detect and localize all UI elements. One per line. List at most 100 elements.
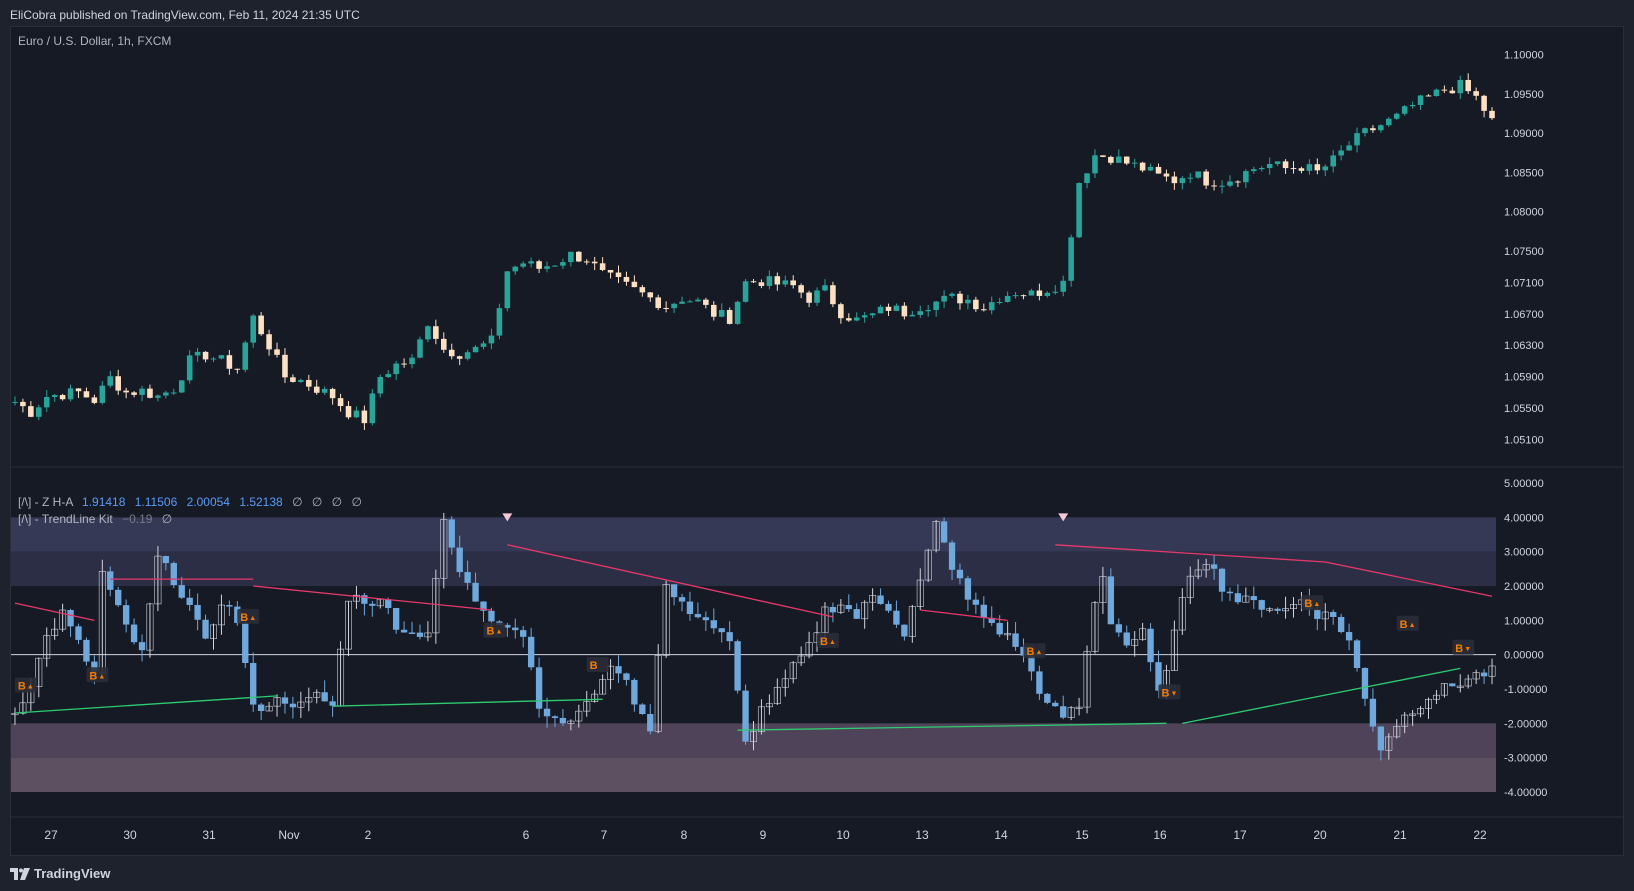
price-candle	[155, 394, 161, 402]
oscillator-bar	[1282, 596, 1290, 619]
candle-body	[1076, 183, 1082, 238]
oscillator-body	[615, 666, 622, 674]
candle-body	[1123, 156, 1130, 164]
oscillator-bar	[400, 621, 408, 633]
candle-body	[1409, 105, 1416, 107]
price-candle	[441, 332, 447, 353]
price-candle	[107, 371, 114, 388]
oscillator-body	[1480, 672, 1488, 677]
price-candle	[1004, 291, 1011, 303]
oscillator-bar	[1060, 695, 1067, 720]
support-trendline	[1182, 667, 1461, 724]
oscillator-body	[456, 547, 463, 573]
oscillator-body	[1353, 640, 1361, 668]
candle-body	[107, 376, 114, 386]
candle-body	[869, 313, 876, 316]
candle-body	[1147, 166, 1154, 171]
price-candle	[536, 259, 542, 273]
oscillator-body	[1060, 706, 1067, 718]
candle-body	[1338, 150, 1344, 156]
oscillator-bar	[1440, 683, 1448, 698]
price-candle	[1092, 149, 1098, 178]
symbol-title[interactable]: Euro / U.S. Dollar, 1h, FXCM	[18, 34, 171, 48]
oscillator-bar	[265, 702, 273, 712]
price-candle	[973, 296, 979, 312]
zha-na-1: ∅	[292, 495, 303, 509]
price-candle	[1036, 283, 1043, 301]
oscillator-bar	[996, 615, 1003, 638]
chart-svg[interactable]: 1.10000 1.09500 1.09000 1.08500 1.08000 1.075…	[11, 27, 1625, 857]
oscillator-body	[1330, 611, 1337, 617]
oscillator-bar	[1075, 697, 1083, 716]
price-candle	[949, 292, 955, 299]
oscillator-bar	[130, 618, 138, 645]
price-candle	[933, 300, 939, 317]
candle-body	[1108, 156, 1114, 163]
price-candle	[1235, 180, 1241, 187]
tradingview-brand[interactable]: TradingView	[10, 866, 110, 881]
oscillator-body	[202, 619, 209, 639]
oscillator-bar	[416, 624, 424, 640]
price-candle	[377, 374, 384, 398]
oscillator-bar	[424, 621, 432, 642]
breakout-label: B ▲	[86, 667, 109, 683]
breakout-label-arrow: ▲	[98, 673, 105, 680]
support-trendline	[14, 695, 278, 714]
oscillator-bar	[1425, 697, 1432, 719]
price-candle	[1131, 158, 1138, 168]
chart-area[interactable]: 1.10000 1.09500 1.09000 1.08500 1.08000 1.075…	[10, 26, 1625, 857]
price-candle	[1274, 161, 1281, 167]
oscillator-bar	[1449, 683, 1456, 687]
zha-value-2: 1.11506	[134, 495, 178, 509]
oscillator-bar	[710, 608, 717, 634]
price-candle	[393, 360, 399, 380]
price-candle	[194, 347, 201, 362]
price-candle	[337, 393, 344, 412]
breakout-label: B	[586, 656, 609, 672]
price-candle	[734, 300, 741, 325]
oscillator-bar	[1036, 665, 1043, 700]
zha-legend[interactable]: [/\] - Z H-A 1.91418 1.11506 2.00054 1.5…	[18, 495, 362, 509]
candle-body	[321, 388, 328, 393]
oscillator-body	[964, 578, 972, 600]
price-candle	[488, 328, 495, 350]
price-candle	[1354, 127, 1360, 153]
oscillator-body	[1314, 609, 1321, 619]
oscillator-bar	[1131, 631, 1139, 657]
price-candle	[1076, 182, 1082, 239]
price-candle	[361, 405, 368, 430]
candle-body	[988, 302, 995, 311]
candle-body	[1266, 163, 1273, 169]
candle-body	[12, 401, 18, 403]
price-candle	[115, 369, 121, 395]
oscillator-body	[1107, 576, 1115, 625]
price-candle	[1393, 112, 1400, 120]
oscillator-bar	[19, 691, 27, 715]
candle-body	[1139, 162, 1146, 171]
candle-body	[846, 318, 852, 321]
price-candle	[996, 297, 1003, 305]
candle-body	[266, 334, 272, 350]
candle-body	[147, 388, 153, 398]
price-candle	[417, 336, 423, 359]
candle-body	[480, 343, 487, 347]
candle-body	[290, 377, 296, 382]
oscillator-bar	[369, 600, 376, 617]
candle-body	[1433, 89, 1440, 97]
resistance-trendline	[14, 602, 95, 621]
price-candle	[726, 307, 733, 325]
price-candle	[893, 303, 900, 312]
trendline-kit-legend[interactable]: [/\] - TrendLine Kit −0.19 ∅	[18, 512, 172, 526]
price-candle	[623, 271, 630, 286]
price-axis-label: 1.07100	[1504, 277, 1544, 289]
oscillator-bar	[1432, 689, 1440, 704]
price-candle	[1028, 288, 1035, 296]
oscillator-body	[448, 519, 455, 548]
candle-body	[687, 301, 693, 303]
oscillator-body	[281, 697, 289, 704]
oscillator-bar	[345, 600, 352, 657]
oscillator-bar	[1274, 607, 1281, 615]
oscillator-bar	[964, 575, 972, 611]
price-candle	[528, 257, 534, 268]
price-axis-label: 1.05900	[1504, 372, 1544, 384]
